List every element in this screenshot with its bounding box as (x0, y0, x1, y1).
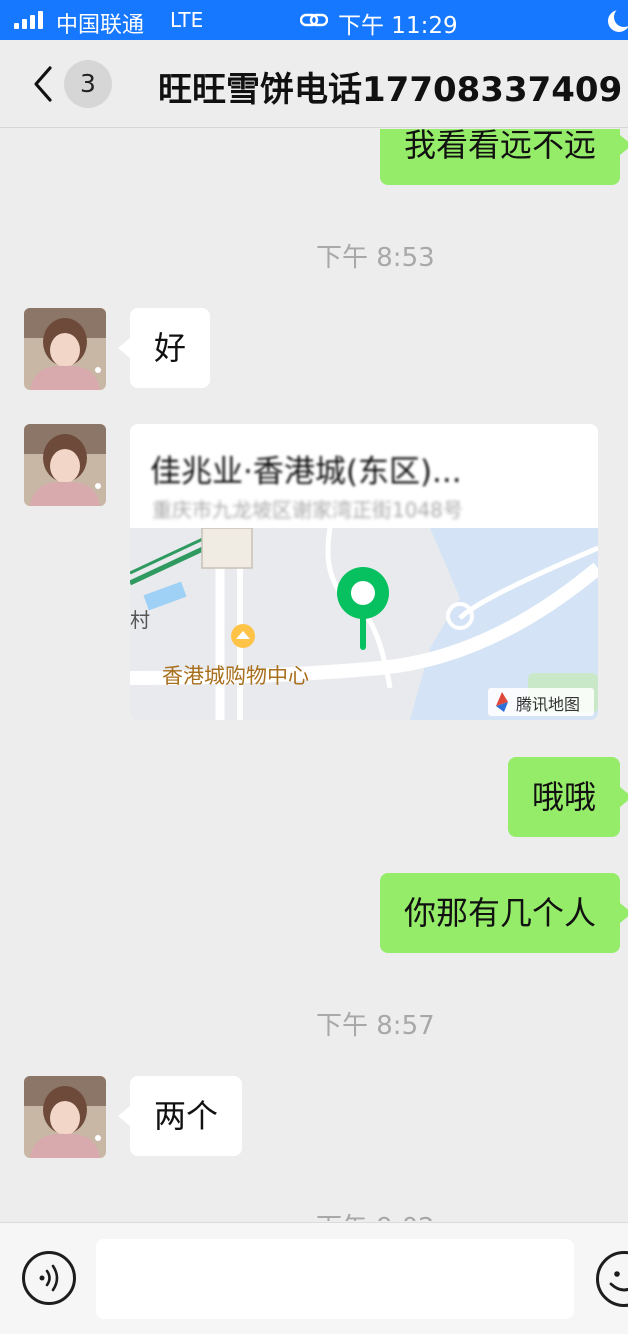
input-bar (0, 1222, 628, 1334)
network-type: LTE (170, 8, 204, 32)
status-time: 下午 11:29 (338, 13, 458, 39)
message-list[interactable]: 我看看远不远 下午 8:53 好 佳兆业·香港城(东区)... 重庆市九龙坡区谢… (0, 129, 628, 1221)
message-bubble-outgoing[interactable]: 你那有几个人 (379, 873, 628, 953)
link-icon (299, 9, 329, 35)
location-map[interactable]: 村 香港城购物中心 腾讯地图 (130, 528, 598, 720)
message-timestamp: 下午 9:02 (62, 1207, 628, 1221)
do-not-disturb-icon (608, 7, 628, 32)
contact-avatar[interactable] (24, 308, 106, 390)
unread-count-badge[interactable]: 3 (64, 60, 112, 108)
chat-header: 3 旺旺雪饼电话17708337409 (0, 40, 628, 128)
location-address: 重庆市九龙坡区谢家湾正街1048号 (152, 498, 463, 522)
back-arrow-icon[interactable] (28, 62, 62, 106)
location-title: 佳兆业·香港城(东区)... (150, 454, 462, 490)
status-bar: 中国联通 LTE 下午 11:29 (0, 0, 628, 40)
carrier-name: 中国联通 (56, 13, 145, 38)
message-timestamp: 下午 8:57 (316, 1011, 435, 1041)
contact-avatar[interactable] (24, 1076, 106, 1158)
map-label-mall: 香港城购物中心 (162, 664, 309, 688)
map-label-village: 村 (130, 608, 150, 632)
message-bubble-outgoing[interactable]: 我看看远不远 (379, 129, 628, 185)
message-input[interactable] (96, 1239, 574, 1319)
emoji-icon[interactable] (596, 1251, 628, 1307)
message-bubble-outgoing[interactable]: 哦哦 (507, 757, 628, 837)
signal-icon (14, 11, 43, 29)
chat-title: 旺旺雪饼电话17708337409 (158, 70, 623, 110)
voice-input-button[interactable] (22, 1251, 76, 1305)
message-bubble-incoming[interactable]: 两个 (117, 1076, 243, 1156)
message-bubble-incoming[interactable]: 好 (117, 308, 211, 388)
contact-avatar[interactable] (24, 424, 106, 506)
location-message-card[interactable]: 佳兆业·香港城(东区)... 重庆市九龙坡区谢家湾正街1048号 村 香港城购物… (130, 424, 598, 720)
message-timestamp: 下午 8:53 (316, 243, 435, 273)
map-brand-label: 腾讯地图 (516, 695, 581, 714)
